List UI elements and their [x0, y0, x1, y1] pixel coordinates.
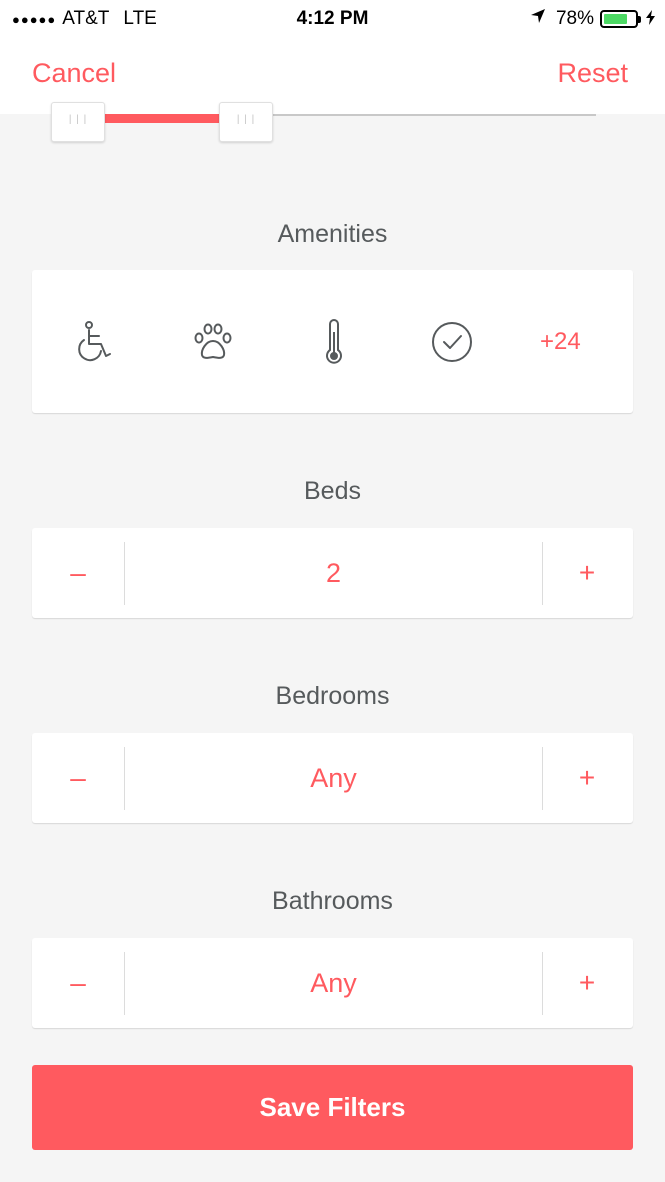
- more-amenities-button[interactable]: +24: [540, 328, 581, 356]
- beds-value: 2: [325, 557, 342, 588]
- grip-icon: | | |: [236, 114, 256, 125]
- bedrooms-value: Any: [310, 762, 357, 793]
- reset-button[interactable]: Reset: [557, 58, 628, 89]
- location-arrow-icon: [530, 8, 546, 30]
- battery-fill: [604, 14, 628, 24]
- cancel-button[interactable]: Cancel: [32, 58, 116, 89]
- price-slider: | | | | | |: [0, 102, 665, 154]
- battery-icon: [600, 10, 641, 28]
- beds-increment-button[interactable]: +: [541, 528, 633, 618]
- slider-handle-max[interactable]: | | |: [219, 102, 273, 142]
- battery-percent: 78%: [555, 8, 594, 29]
- check-circle-icon[interactable]: [422, 316, 482, 368]
- amenities-card: +24: [32, 270, 633, 413]
- wheelchair-icon[interactable]: [65, 316, 125, 368]
- status-right: 78%: [530, 8, 655, 30]
- grip-icon: | | |: [68, 114, 88, 125]
- beds-decrement-button[interactable]: –: [32, 528, 124, 618]
- bedrooms-decrement-button[interactable]: –: [32, 733, 124, 823]
- bathrooms-decrement-button[interactable]: –: [32, 938, 124, 1028]
- amenities-title: Amenities: [277, 220, 388, 248]
- bathrooms-title: Bathrooms: [272, 887, 393, 915]
- bathrooms-increment-button[interactable]: +: [541, 938, 633, 1028]
- paw-icon[interactable]: [183, 316, 243, 368]
- bedrooms-increment-button[interactable]: +: [541, 733, 633, 823]
- bedrooms-stepper: – Any +: [32, 733, 633, 823]
- beds-title: Beds: [304, 477, 361, 505]
- bathrooms-stepper: – Any +: [32, 938, 633, 1028]
- slider-handle-min[interactable]: | | |: [51, 102, 105, 142]
- slider-range-fill: [104, 114, 220, 123]
- bedrooms-title: Bedrooms: [275, 682, 390, 710]
- beds-stepper: – 2 +: [32, 528, 633, 618]
- bathrooms-value: Any: [310, 967, 357, 998]
- bolt-icon: [646, 9, 655, 29]
- save-filters-button[interactable]: Save Filters: [32, 1065, 633, 1150]
- status-bar: ●●●●● AT&T LTE 4:12 PM 78%: [0, 0, 665, 38]
- thermometer-icon[interactable]: [304, 316, 364, 368]
